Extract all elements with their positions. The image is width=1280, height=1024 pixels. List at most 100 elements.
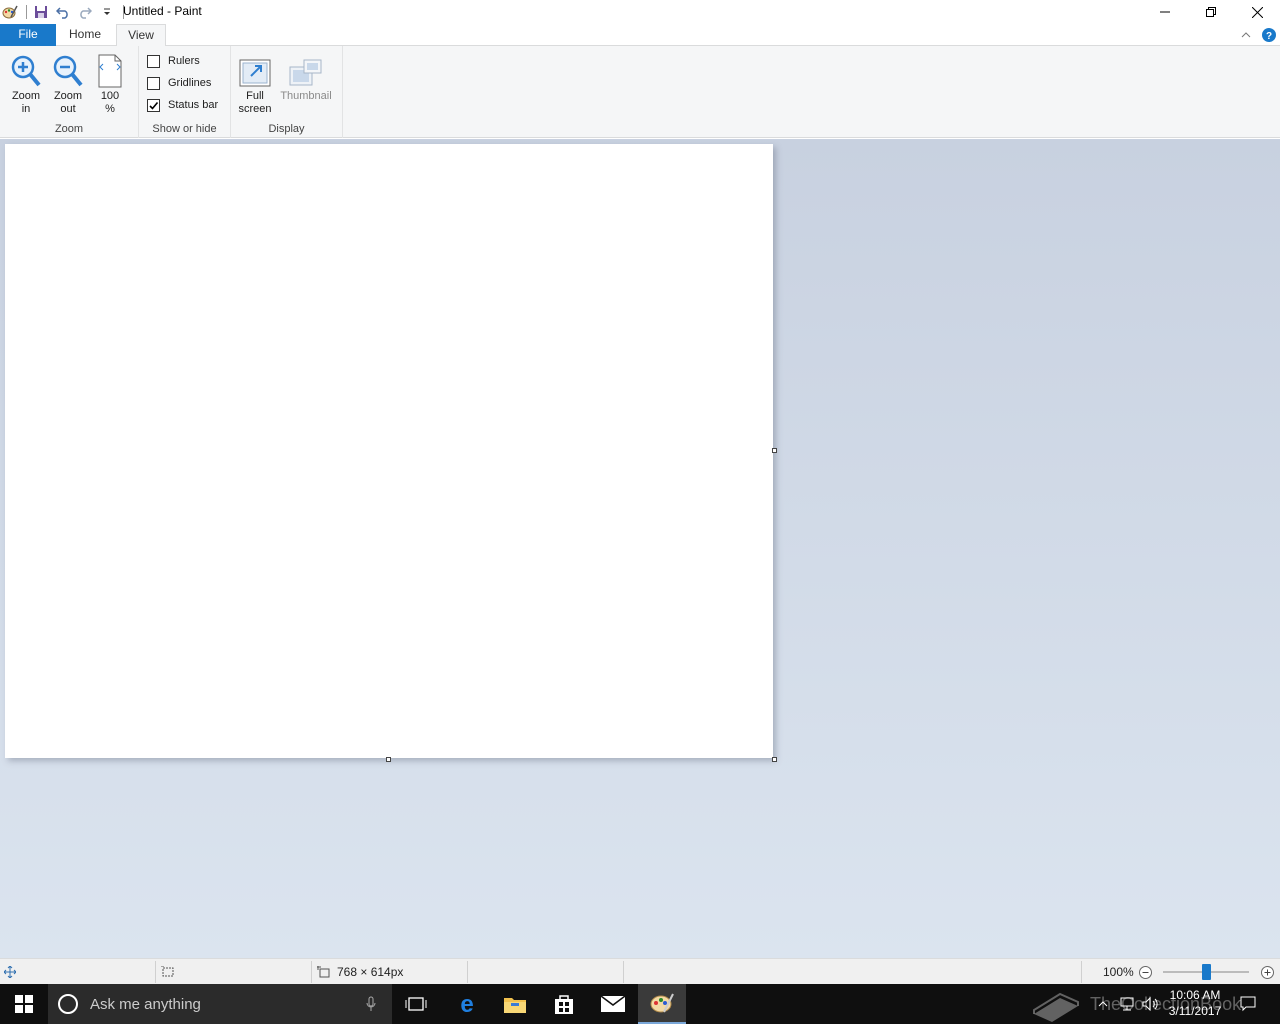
show-hide-group-label: Show or hide: [152, 123, 217, 135]
windows-logo-icon: [15, 995, 33, 1013]
zoom-out-label-1: Zoom: [53, 90, 83, 102]
status-bar: 768 × 614px 100%: [0, 958, 1280, 984]
task-view-icon: [405, 997, 427, 1011]
taskbar: Ask me anything e TheCollectionBook 10:0…: [0, 984, 1280, 1024]
status-bar-label: Status bar: [168, 99, 219, 111]
zoom-100-label-2: %: [105, 103, 115, 115]
zoom-group-label: Zoom: [54, 123, 84, 135]
rulers-check-box[interactable]: [147, 54, 160, 68]
save-icon[interactable]: [31, 2, 51, 22]
system-clock[interactable]: 10:06 AM 3/11/2017: [1160, 987, 1230, 1019]
action-center-icon[interactable]: [1236, 984, 1260, 1024]
full-screen-label-1: Full: [246, 90, 264, 102]
volume-icon[interactable]: [1140, 984, 1162, 1024]
resize-handle-corner[interactable]: [772, 757, 777, 762]
zoom-in-icon: [6, 50, 46, 88]
network-icon[interactable]: [1116, 984, 1138, 1024]
tab-file[interactable]: File: [0, 24, 56, 46]
window-title: Untitled - Paint: [123, 4, 202, 18]
file-explorer-button[interactable]: [491, 984, 539, 1024]
edge-button[interactable]: e: [443, 984, 491, 1024]
paint-app-icon[interactable]: [0, 2, 20, 22]
cursor-position-icon: [4, 959, 16, 985]
thumbnail-icon: [277, 50, 335, 88]
ribbon: Zoom in Zoom out 100 % Zoom Rulers Gridl…: [0, 46, 1280, 138]
zoom-in-button[interactable]: Zoom in: [6, 50, 46, 116]
status-separator: [467, 961, 468, 983]
ribbon-tabs: File Home View ?: [0, 24, 1280, 47]
zoom-out-label-2: out: [60, 103, 76, 115]
canvas-size-icon: [317, 966, 330, 978]
undo-icon[interactable]: [53, 2, 73, 22]
redo-icon[interactable]: [75, 2, 95, 22]
zoom-out-button[interactable]: Zoom out: [48, 50, 88, 116]
title-bar: Untitled - Paint: [0, 0, 1280, 24]
minimize-button[interactable]: [1142, 0, 1188, 24]
search-box[interactable]: Ask me anything: [48, 984, 392, 1024]
store-button[interactable]: [540, 984, 588, 1024]
zoom-group: Zoom in Zoom out 100 % Zoom: [0, 46, 139, 138]
gridlines-label: Gridlines: [168, 77, 212, 89]
collapse-ribbon-icon[interactable]: [1238, 27, 1254, 43]
clock-date: 3/11/2017: [1168, 1004, 1222, 1018]
page-icon: [90, 50, 130, 88]
zoom-slider-thumb[interactable]: [1202, 964, 1211, 980]
mail-icon: [601, 996, 625, 1012]
status-separator: [1081, 961, 1082, 983]
zoom-percent: 100%: [1103, 965, 1134, 979]
help-icon[interactable]: ?: [1261, 27, 1277, 43]
checkmark-icon: [149, 101, 159, 110]
zoom-in-label-2: in: [21, 103, 31, 115]
rulers-label: Rulers: [168, 55, 200, 67]
svg-text:?: ?: [1266, 31, 1272, 42]
zoom-100-button[interactable]: 100 %: [90, 50, 130, 116]
rulers-checkbox[interactable]: Rulers: [147, 52, 200, 70]
book-logo-icon: [1033, 992, 1079, 1022]
clock-time: 10:06 AM: [1169, 988, 1221, 1002]
status-bar-check-box[interactable]: [147, 98, 160, 112]
full-screen-label-2: screen: [238, 103, 272, 115]
task-view-button[interactable]: [392, 984, 440, 1024]
start-button[interactable]: [0, 984, 48, 1024]
edge-icon: e: [460, 993, 473, 1015]
resize-handle-bottom[interactable]: [386, 757, 391, 762]
thumbnail-label: Thumbnail: [280, 90, 332, 102]
paint-taskbar-button[interactable]: [638, 984, 686, 1024]
store-icon: [555, 995, 573, 1014]
mail-button[interactable]: [589, 984, 637, 1024]
cortana-icon: [58, 994, 78, 1014]
selection-size-icon: [161, 959, 175, 985]
svg-text:e: e: [460, 993, 473, 1015]
close-button[interactable]: [1234, 0, 1280, 24]
paint-icon: [650, 993, 674, 1013]
workspace: [0, 139, 1280, 958]
customize-qat-icon[interactable]: [97, 2, 117, 22]
display-group: Full screen Thumbnail Display: [231, 46, 343, 138]
status-separator: [623, 961, 624, 983]
zoom-in-label-1: Zoom: [11, 90, 41, 102]
full-screen-icon: [235, 50, 275, 88]
show-hidden-icons-button[interactable]: [1094, 984, 1112, 1024]
restore-button[interactable]: [1188, 0, 1234, 24]
tab-view[interactable]: View: [116, 24, 166, 47]
gridlines-check-box[interactable]: [147, 76, 160, 90]
show-hide-group: Rulers Gridlines Status bar Show or hide: [139, 46, 231, 138]
status-bar-checkbox[interactable]: Status bar: [147, 96, 218, 114]
zoom-100-label-1: 100: [100, 90, 120, 102]
microphone-icon[interactable]: [366, 996, 376, 1012]
gridlines-checkbox[interactable]: Gridlines: [147, 74, 211, 92]
resize-handle-right[interactable]: [772, 448, 777, 453]
zoom-in-small-button[interactable]: [1261, 959, 1274, 985]
thumbnail-button[interactable]: Thumbnail: [277, 50, 335, 103]
canvas-size-section: 768 × 614px: [317, 959, 403, 985]
drawing-canvas[interactable]: [5, 144, 773, 758]
canvas-size-text: 768 × 614px: [337, 965, 404, 979]
quick-access-toolbar: [0, 2, 128, 22]
zoom-out-icon: [48, 50, 88, 88]
full-screen-button[interactable]: Full screen: [235, 50, 275, 116]
status-separator: [311, 961, 312, 983]
status-separator: [155, 961, 156, 983]
zoom-out-small-button[interactable]: [1139, 959, 1152, 985]
qat-separator: [26, 5, 27, 19]
tab-home[interactable]: Home: [60, 24, 110, 46]
